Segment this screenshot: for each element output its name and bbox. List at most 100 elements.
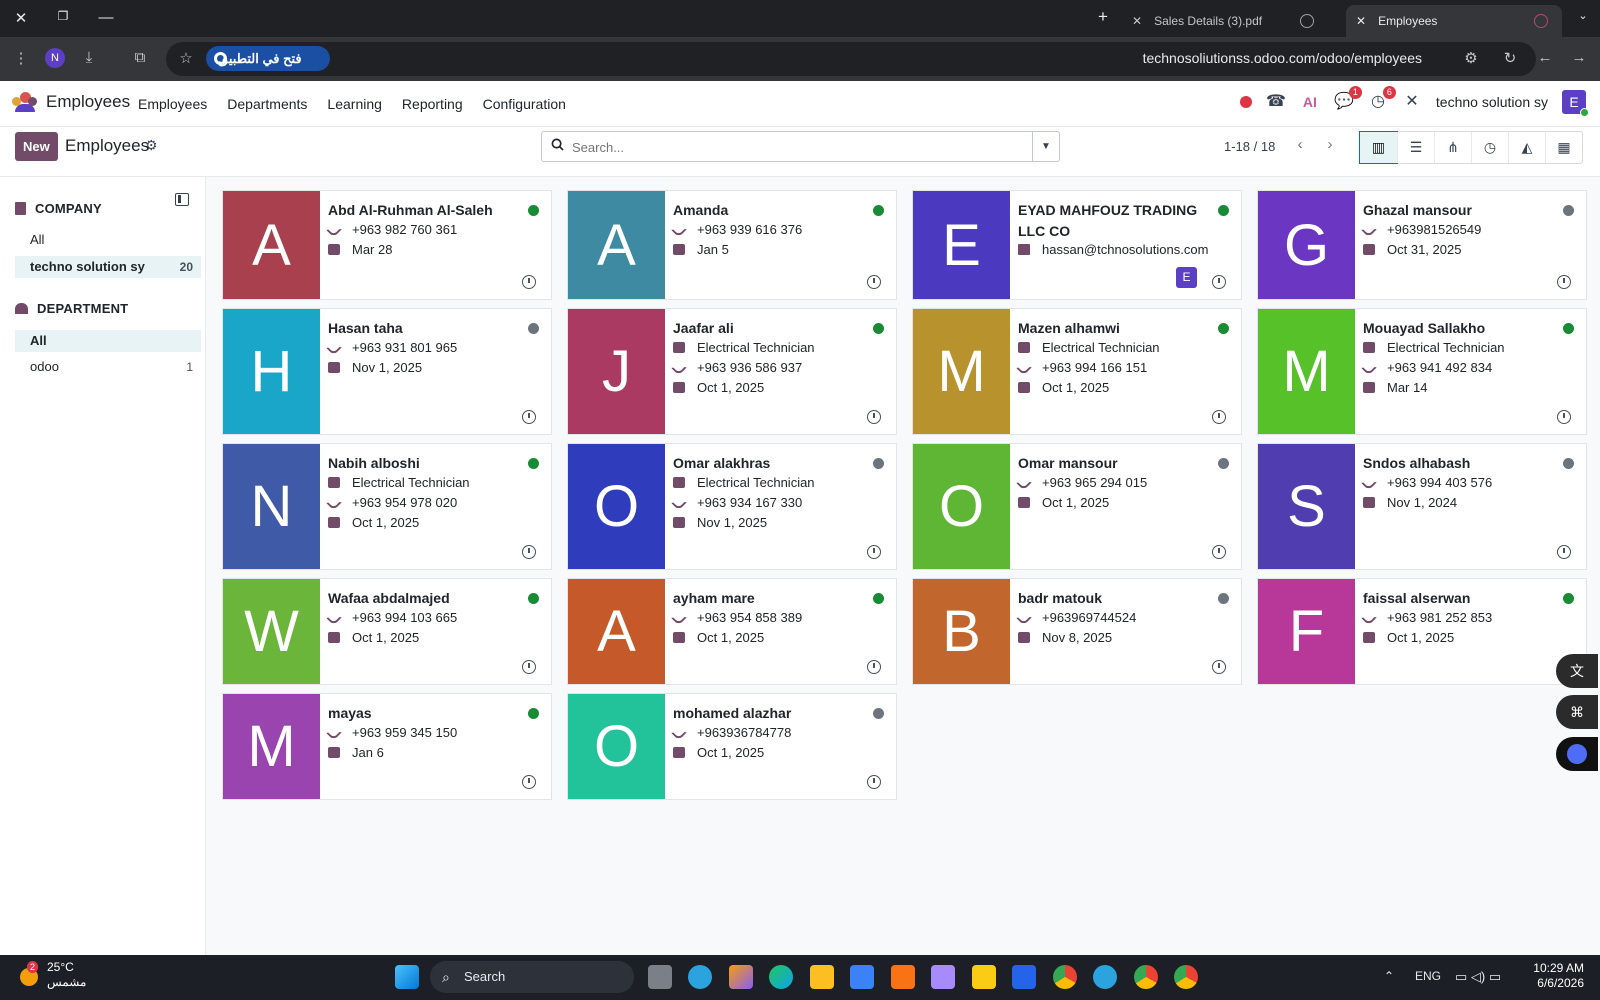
app-brand[interactable]: Employees — [12, 92, 130, 112]
chrome-icon[interactable] — [1174, 965, 1198, 989]
menu-configuration[interactable]: Configuration — [483, 96, 566, 112]
app-icon[interactable] — [850, 965, 874, 989]
employee-card[interactable]: H Hasan taha +963 931 801 965 Nov 1, 2025 — [222, 308, 552, 435]
activity-clock-icon[interactable] — [1557, 275, 1571, 289]
activity-clock-icon[interactable] — [1557, 410, 1571, 424]
employee-card[interactable]: E EYAD MAHFOUZ TRADING LLC CO hassan@tchno… — [912, 190, 1242, 300]
edge-icon[interactable] — [769, 965, 793, 989]
close-tab-icon[interactable]: ✕ — [1132, 14, 1142, 28]
translate-icon[interactable]: 文 — [1556, 654, 1598, 688]
menu-learning[interactable]: Learning — [327, 96, 382, 112]
tools-icon[interactable]: ✕ — [1402, 92, 1422, 112]
ai-icon[interactable]: AI — [1300, 92, 1320, 112]
language-indicator[interactable]: ENG — [1415, 969, 1441, 983]
activity-clock-icon[interactable] — [522, 545, 536, 559]
activity-clock-icon[interactable]: ◷ 6 — [1368, 86, 1396, 112]
activity-clock-icon[interactable] — [1212, 275, 1226, 289]
pager-previous-icon[interactable]: ‹ — [1290, 136, 1310, 153]
company-filter-techno[interactable]: techno solution sy 20 — [15, 256, 201, 278]
minimize-window-icon[interactable]: — — [96, 9, 116, 26]
clock[interactable]: 10:29 AM 6/6/2026 — [1533, 961, 1584, 991]
pager-value[interactable]: 1-18 / 18 — [1224, 139, 1275, 154]
activity-clock-icon[interactable] — [522, 660, 536, 674]
employee-card[interactable]: S Sndos alhabash +963 994 403 576 Nov 1, 20… — [1257, 443, 1587, 570]
employee-card[interactable]: M Mazen alhamwi Electrical Technician +963 … — [912, 308, 1242, 435]
url-text[interactable]: technosoliutionss.odoo.com/odoo/employee… — [1143, 50, 1422, 66]
activity-clock-icon[interactable] — [1212, 410, 1226, 424]
weather-icon[interactable]: 2 — [20, 961, 39, 986]
activity-clock-icon[interactable] — [522, 275, 536, 289]
site-settings-icon[interactable]: ⚙ — [1461, 49, 1481, 67]
bookmark-star-icon[interactable]: ☆ — [176, 49, 196, 67]
recording-dot-icon[interactable] — [1239, 96, 1252, 108]
download-icon[interactable]: ⤓ — [79, 49, 99, 66]
copilot-icon[interactable] — [729, 965, 753, 989]
assistant-bot-icon[interactable] — [1556, 737, 1598, 771]
search-input[interactable] — [572, 137, 1012, 157]
restore-window-icon[interactable]: ❐ — [53, 9, 73, 23]
chrome-icon[interactable] — [1134, 965, 1158, 989]
company-filter-all[interactable]: All — [15, 229, 201, 251]
telegram-icon[interactable] — [1093, 965, 1117, 989]
employee-card[interactable]: O Omar mansour +963 965 294 015 Oct 1, 2025 — [912, 443, 1242, 570]
menu-employees[interactable]: Employees — [138, 96, 207, 112]
weather-widget[interactable]: 25°C مشمس — [47, 960, 86, 990]
kanban-view-icon[interactable]: ▥ — [1359, 131, 1398, 164]
chat-icon[interactable]: 💬 1 — [1334, 86, 1362, 112]
search-options-toggle[interactable]: ▼ — [1032, 132, 1059, 161]
apps-grid-icon[interactable]: ⌘ — [1556, 695, 1598, 729]
tab-sales-details[interactable]: ✕ Sales Details (3).pdf — [1122, 5, 1328, 37]
pager-next-icon[interactable]: › — [1320, 136, 1340, 153]
employee-card[interactable]: A Abd Al-Ruhman Al-Saleh +963 982 760 361 M… — [222, 190, 552, 300]
activity-clock-icon[interactable] — [1212, 545, 1226, 559]
activity-clock-icon[interactable] — [867, 660, 881, 674]
windows-start-icon[interactable] — [395, 965, 419, 989]
employee-card[interactable]: Ffaissal alserwan +963 981 252 853 Oct 1, … — [1257, 578, 1587, 685]
extensions-icon[interactable]: ⧉ — [130, 49, 150, 66]
user-avatar[interactable]: E — [1562, 90, 1589, 117]
graph-view-icon[interactable]: ◭ — [1508, 132, 1545, 163]
vscode-icon[interactable] — [1012, 965, 1036, 989]
activity-clock-icon[interactable] — [867, 275, 881, 289]
employee-card[interactable]: O Omar alakhras Electrical Technician +963 … — [567, 443, 897, 570]
menu-dots-icon[interactable]: ⋮ — [11, 49, 31, 67]
employee-card[interactable]: Bbadr matouk +963969744524 Nov 8, 2025 — [912, 578, 1242, 685]
employee-card[interactable]: N Nabih alboshi Electrical Technician +963 … — [222, 443, 552, 570]
taskbar-search[interactable]: ⌕ Search — [430, 961, 634, 993]
activity-clock-icon[interactable] — [1212, 660, 1226, 674]
app-icon[interactable] — [891, 965, 915, 989]
close-window-icon[interactable]: ✕ — [11, 9, 31, 27]
department-filter-odoo[interactable]: odoo 1 — [15, 356, 201, 378]
forward-icon[interactable]: → — [1569, 49, 1589, 66]
new-button[interactable]: New — [15, 132, 58, 161]
list-view-icon[interactable]: ☰ — [1397, 132, 1434, 163]
telegram-icon[interactable] — [688, 965, 712, 989]
manager-avatar[interactable]: E — [1176, 267, 1197, 288]
activity-view-icon[interactable]: ◷ — [1471, 132, 1508, 163]
chrome-icon[interactable] — [1053, 965, 1077, 989]
employee-card[interactable]: W Wafaa abdalmajed +963 994 103 665 Oct 1, … — [222, 578, 552, 685]
employee-card[interactable]: M Mouayad Sallakho Electrical Technician +9… — [1257, 308, 1587, 435]
activity-clock-icon[interactable] — [867, 775, 881, 789]
employee-card[interactable]: Omohamed alazhar +963936784778 Oct 1, 2025 — [567, 693, 897, 800]
activity-clock-icon[interactable] — [867, 410, 881, 424]
company-switcher[interactable]: techno solution sy — [1436, 94, 1548, 110]
network-volume-battery-icon[interactable]: ▭ ◁) ▭ — [1455, 969, 1501, 985]
toggle-panel-icon[interactable] — [175, 193, 189, 206]
menu-departments[interactable]: Departments — [227, 96, 307, 112]
menu-reporting[interactable]: Reporting — [402, 96, 463, 112]
tab-search-icon[interactable]: ⌄ — [1573, 9, 1593, 22]
tab-employees[interactable]: ✕ Employees — [1346, 5, 1562, 37]
close-tab-icon[interactable]: ✕ — [1356, 14, 1366, 28]
activity-clock-icon[interactable] — [867, 545, 881, 559]
back-icon[interactable]: ← — [1535, 49, 1555, 66]
new-tab-icon[interactable]: + — [1093, 7, 1113, 27]
store-icon[interactable] — [810, 965, 834, 989]
app-icon[interactable] — [931, 965, 955, 989]
activity-clock-icon[interactable] — [522, 410, 536, 424]
hierarchy-view-icon[interactable]: ⋔ — [1434, 132, 1471, 163]
tray-overflow-icon[interactable]: ⌃ — [1384, 969, 1394, 983]
profile-avatar[interactable]: N — [45, 48, 65, 68]
file-explorer-icon[interactable] — [972, 965, 996, 989]
employee-card[interactable]: A Amanda +963 939 616 376 Jan 5 — [567, 190, 897, 300]
